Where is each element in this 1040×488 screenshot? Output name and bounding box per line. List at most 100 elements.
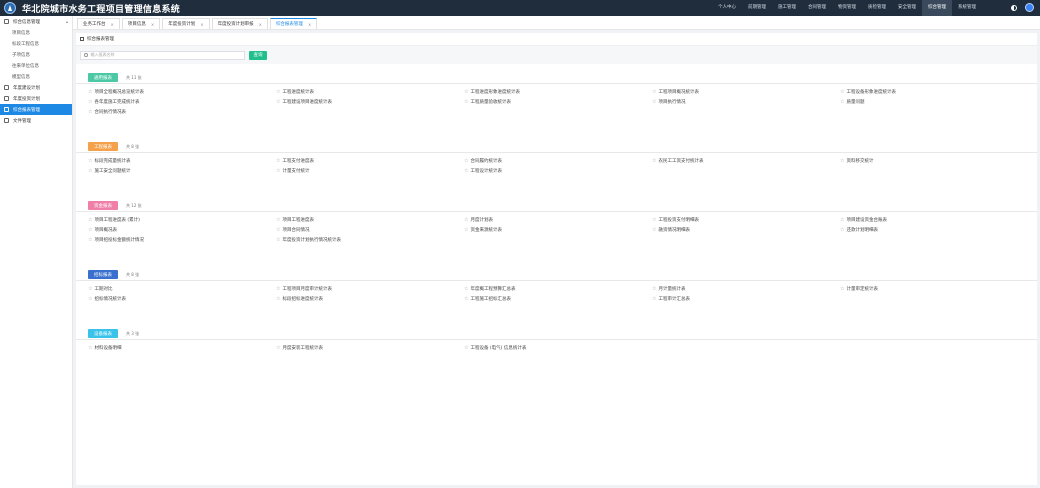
sidebar-group[interactable]: 综合信息管理 ▴ [0, 16, 72, 27]
report-item[interactable]: ☆ 工程项目月度审计统计表 [276, 284, 332, 294]
report-item[interactable]: ☆ 月度安装工程统计表 [276, 343, 323, 353]
star-icon[interactable]: ☆ [840, 158, 844, 164]
search-input[interactable]: 输入报表名称 [80, 50, 245, 60]
report-item[interactable]: ☆ 资料移交统计 [840, 156, 873, 166]
star-icon[interactable]: ☆ [88, 237, 92, 243]
star-icon[interactable]: ☆ [276, 345, 280, 351]
section-badge[interactable]: 通用报表 [88, 73, 118, 82]
report-item[interactable]: ☆ 各年度施工完成统计表 [88, 97, 139, 107]
star-icon[interactable]: ☆ [840, 217, 844, 223]
tab[interactable]: 业务工作台 × [77, 18, 120, 29]
close-icon[interactable]: × [200, 22, 203, 27]
star-icon[interactable]: ☆ [840, 286, 844, 292]
report-item[interactable]: ☆ 工程进度统计表 [276, 87, 314, 97]
topnav-item[interactable]: 个人中心 [712, 0, 742, 16]
topnav-item[interactable]: 综合管理 [922, 0, 952, 16]
star-icon[interactable]: ☆ [276, 158, 280, 164]
star-icon[interactable]: ☆ [464, 168, 468, 174]
close-icon[interactable]: × [111, 22, 114, 27]
report-item[interactable]: ☆ 材料设备明细 [88, 343, 121, 353]
star-icon[interactable]: ☆ [652, 158, 656, 164]
sidebar-item[interactable]: 子项信息 [0, 49, 72, 60]
report-item[interactable]: ☆ 标段招标进度统计表 [276, 294, 323, 304]
tab[interactable]: 年度投资计划审核 × [211, 18, 268, 29]
star-icon[interactable]: ☆ [464, 227, 468, 233]
report-item[interactable]: ☆ 还款计划明细表 [840, 225, 878, 235]
section-badge[interactable]: 设备报表 [88, 329, 118, 338]
close-icon[interactable]: × [308, 22, 311, 27]
star-icon[interactable]: ☆ [276, 217, 280, 223]
topnav-item[interactable]: 前期管理 [742, 0, 772, 16]
report-item[interactable]: ☆ 项目执行情况 [652, 97, 685, 107]
report-item[interactable]: ☆ 工程审计汇总表 [652, 294, 690, 304]
star-icon[interactable]: ☆ [276, 296, 280, 302]
report-item[interactable]: ☆ 月计量统计表 [652, 284, 685, 294]
tab[interactable]: 综合报表管理 × [269, 18, 318, 29]
report-item[interactable]: ☆ 招标情况统计表 [88, 294, 126, 304]
star-icon[interactable]: ☆ [276, 168, 280, 174]
topnav-item[interactable]: 物资管理 [832, 0, 862, 16]
star-icon[interactable]: ☆ [464, 158, 468, 164]
theme-toggle-icon[interactable] [1011, 4, 1017, 11]
star-icon[interactable]: ☆ [464, 217, 468, 223]
report-item[interactable]: ☆ 施工安全问题统计 [88, 166, 130, 176]
tab[interactable]: 项目信息 × [121, 18, 161, 29]
star-icon[interactable]: ☆ [464, 345, 468, 351]
star-icon[interactable]: ☆ [276, 99, 280, 105]
report-item[interactable]: ☆ 工程进度形象进度统计表 [464, 87, 520, 97]
report-item[interactable]: ☆ 工程项目概况统计表 [652, 87, 699, 97]
report-item[interactable]: ☆ 标段完成量统计表 [88, 156, 130, 166]
topnav-item[interactable]: 系统管理 [952, 0, 982, 16]
report-item[interactable]: ☆ 项目工程进度表 (累计) [88, 215, 140, 225]
star-icon[interactable]: ☆ [840, 227, 844, 233]
close-icon[interactable]: × [259, 22, 262, 27]
sidebar-item[interactable]: 模型信息 [0, 71, 72, 82]
report-item[interactable]: ☆ 项目建设资金台账表 [840, 215, 887, 225]
star-icon[interactable]: ☆ [88, 227, 92, 233]
section-badge[interactable]: 资金报表 [88, 201, 118, 210]
star-icon[interactable]: ☆ [652, 217, 656, 223]
star-icon[interactable]: ☆ [276, 89, 280, 95]
report-item[interactable]: ☆ 项目概况表 [88, 225, 117, 235]
sidebar-item[interactable]: 项目信息 [0, 27, 72, 38]
star-icon[interactable]: ☆ [840, 89, 844, 95]
sidebar-group[interactable]: 年度建设计划 [0, 82, 72, 93]
report-item[interactable]: ☆ 资金来源统计表 [464, 225, 502, 235]
topnav-item[interactable]: 安全管理 [892, 0, 922, 16]
user-avatar[interactable] [1025, 3, 1034, 12]
report-item[interactable]: ☆ 月度计划表 [464, 215, 493, 225]
report-item[interactable]: ☆ 计量审定统计表 [840, 284, 878, 294]
sidebar-group[interactable]: 综合报表管理 [0, 104, 72, 115]
topnav-item[interactable]: 施工管理 [772, 0, 802, 16]
report-item[interactable]: ☆ 工程投资支付明细表 [652, 215, 699, 225]
close-icon[interactable]: × [151, 22, 154, 27]
report-item[interactable]: ☆ 融资情况明细表 [652, 225, 690, 235]
report-item[interactable]: ☆ 项目全程概况总览统计表 [88, 87, 144, 97]
report-item[interactable]: ☆ 农民工工资支付统计表 [652, 156, 703, 166]
report-item[interactable]: ☆ 工期对比 [88, 284, 112, 294]
topnav-item[interactable]: 合同管理 [802, 0, 832, 16]
report-item[interactable]: ☆ 工程施工招标汇总表 [464, 294, 511, 304]
star-icon[interactable]: ☆ [464, 99, 468, 105]
report-item[interactable]: ☆ 工程支付进度表 [276, 156, 314, 166]
star-icon[interactable]: ☆ [88, 168, 92, 174]
report-item[interactable]: ☆ 合同执行情况表 [88, 107, 126, 117]
report-item[interactable]: ☆ 项目合同情况 [276, 225, 309, 235]
star-icon[interactable]: ☆ [652, 89, 656, 95]
sidebar-group[interactable]: 年度投资计划 [0, 93, 72, 104]
star-icon[interactable]: ☆ [88, 217, 92, 223]
star-icon[interactable]: ☆ [276, 227, 280, 233]
star-icon[interactable]: ☆ [464, 296, 468, 302]
star-icon[interactable]: ☆ [88, 109, 92, 115]
star-icon[interactable]: ☆ [276, 286, 280, 292]
star-icon[interactable]: ☆ [88, 89, 92, 95]
star-icon[interactable]: ☆ [652, 286, 656, 292]
star-icon[interactable]: ☆ [652, 227, 656, 233]
report-item[interactable]: ☆ 工程设计统计表 [464, 166, 502, 176]
star-icon[interactable]: ☆ [88, 345, 92, 351]
report-item[interactable]: ☆ 工程质量验收统计表 [464, 97, 511, 107]
report-item[interactable]: ☆ 项目招投标金额统计情况 [88, 235, 144, 245]
report-item[interactable]: ☆ 项目工程进度表 [276, 215, 314, 225]
report-item[interactable]: ☆ 年度投资计划执行情况统计表 [276, 235, 341, 245]
tab[interactable]: 年度投资计划 × [162, 18, 210, 29]
